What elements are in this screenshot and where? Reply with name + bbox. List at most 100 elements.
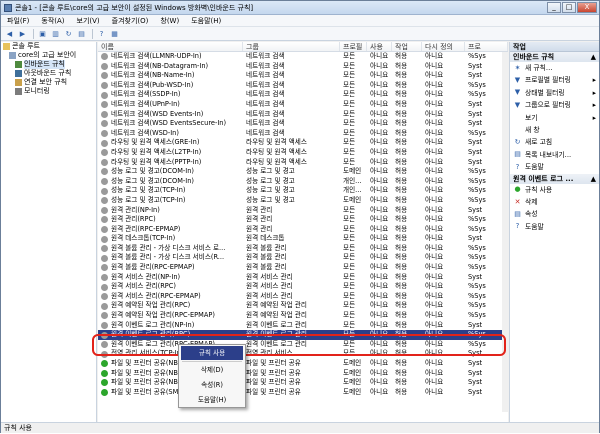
action-item[interactable]: ↻ 새로 고침	[510, 136, 599, 148]
table-row[interactable]: 원격 이벤트 로그 관리(RPC) 원격 이벤트 로그 관리 모든 아니요 허용 아니요%…	[98, 330, 508, 340]
table-row[interactable]: 원격 이벤트 로그 관리(NP-In) 원격 이벤트 로그 관리 모든 아니요 허용 아니…	[98, 321, 508, 331]
table-row[interactable]: 성능 로그 및 경고(TCP-In) 성능 로그 및 경고 도메인 아니요 허용 아니요%…	[98, 196, 508, 206]
tree-node[interactable]: core의 고급 보안이	[1, 51, 96, 60]
column-action[interactable]: 작업	[392, 42, 422, 51]
table-row[interactable]: 원격 볼륨 관리(RPC-EPMAP) 원격 볼륨 관리 모든 아니요 허용 아니요 %Sy…	[98, 263, 508, 273]
rule-action-cell: 허용	[395, 359, 408, 367]
table-row[interactable]: 원격 볼륨 관리 - 가상 디스크 서비스 로... 원격 볼륨 관리 모든 아니요 허…	[98, 244, 508, 254]
table-row[interactable]: 네트워크 검색(WSD Events-In) 네트워크 검색 모든 아니요 허용 아니요 S…	[98, 110, 508, 120]
table-row[interactable]: 파일 및 프린터 공유(NB-Datagram-In) 파일 및 프린터 공유 도메…	[98, 359, 508, 369]
context-delete[interactable]: 삭제(D)	[181, 363, 243, 377]
menu-file[interactable]: 파일(F)	[1, 15, 35, 27]
menu-help[interactable]: 도움말(H)	[185, 15, 227, 27]
table-row[interactable]: 파일 및 프린터 공유(NB-Name-In) 파일 및 프린터 공유 도메인 아니요…	[98, 369, 508, 379]
menu-action[interactable]: 동작(A)	[35, 15, 70, 27]
close-button[interactable]: X	[577, 1, 597, 13]
rule-action-cell: 허용	[395, 215, 408, 224]
column-name[interactable]: 이름	[98, 42, 243, 51]
table-row[interactable]: 파일 및 프린터 공유(SMB-In) 파일 및 프린터 공유 도메인 아니요 허용 아니…	[98, 388, 508, 398]
rule-enabled-cell: 아니요	[370, 368, 389, 377]
action-item[interactable]: ▼ 그룹으로 필터링 ▸	[510, 99, 599, 111]
action-item[interactable]: ▤ 속성	[510, 208, 599, 220]
table-row[interactable]: 네트워크 검색(NB-Name-In) 네트워크 검색 모든 아니요 허용 아니요 Syst	[98, 71, 508, 81]
table-row[interactable]: 원격 관리(RPC) 원격 관리 모든 아니요 허용 아니요 %Sys	[98, 215, 508, 225]
vertical-scrollbar[interactable]	[502, 52, 508, 412]
table-row[interactable]: 네트워크 검색(Pub-WSD-In) 네트워크 검색 모든 아니요 허용 아니요 %Sys	[98, 81, 508, 91]
action-item[interactable]: ▤ 목록 내보내기...	[510, 149, 599, 161]
menu-window[interactable]: 창(W)	[154, 15, 185, 27]
tree-node[interactable]: 모니터링	[1, 87, 96, 96]
rule-disabled-icon	[101, 254, 108, 262]
column-override[interactable]: 다시 정의	[422, 42, 465, 51]
action-item[interactable]: ▼ 프로필별 필터링 ▸	[510, 74, 599, 86]
help-icon[interactable]: ?	[96, 29, 107, 39]
table-row[interactable]: 네트워크 검색(LLMNR-UDP-In) 네트워크 검색 모든 아니요 허용 아니요 %S…	[98, 52, 508, 62]
title-bar[interactable]: 콘솔1 - [콘솔 루트\core의 고급 보안이 설정된 Windows 방화…	[1, 1, 599, 15]
context-properties[interactable]: 속성(R)	[181, 378, 243, 392]
refresh-icon[interactable]: ↻	[63, 29, 74, 39]
table-row[interactable]: 네트워크 검색(NB-Datagram-In) 네트워크 검색 모든 아니요 허용 아니요…	[98, 62, 508, 72]
show-tree-icon[interactable]: ▥	[50, 29, 61, 39]
show-actions-icon[interactable]: ▦	[109, 29, 120, 39]
table-row[interactable]: 라우팅 및 원격 액세스(GRE-In) 라우팅 및 원격 액세스 모든 아니요 허용 아…	[98, 138, 508, 148]
menu-favorites[interactable]: 즐겨찾기(O)	[106, 15, 155, 27]
up-folder-icon[interactable]: ▣	[37, 29, 48, 39]
action-item[interactable]: ✕ 삭제	[510, 196, 599, 208]
table-row[interactable]: 네트워크 검색(WSD EventsSecure-In) 네트워크 검색 모든 아니요…	[98, 119, 508, 129]
tree-node[interactable]: 아웃바운드 규칙	[1, 69, 96, 78]
collapse-icon[interactable]: ▲	[591, 52, 596, 62]
table-row[interactable]: 원격 서비스 관리(NP-In) 원격 서비스 관리 모든 아니요 허용 아니요 Syst	[98, 273, 508, 283]
table-row[interactable]: 원격 데스크톱(TCP-In) 원격 데스크톱 모든 아니요 허용 아니요 Syst	[98, 234, 508, 244]
table-row[interactable]: 성능 로그 및 경고(DCOM-In) 성능 로그 및 경고 도메인 아니요 허용 아니요…	[98, 167, 508, 177]
minimize-button[interactable]: _	[547, 1, 561, 13]
table-row[interactable]: 성능 로그 및 경고(TCP-In) 성능 로그 및 경고 개인... 아니요 허용 아니…	[98, 186, 508, 196]
table-row[interactable]: 원격 관리(RPC-EPMAP) 원격 관리 모든 아니요 허용 아니요 %Sys	[98, 225, 508, 235]
actions-section-selected[interactable]: 원격 이벤트 로그 ... ▲	[510, 173, 599, 184]
collapse-icon[interactable]: ▲	[591, 174, 596, 184]
rule-group-cell: 원격 관리	[246, 224, 273, 233]
table-row[interactable]: 네트워크 검색(SSDP-In) 네트워크 검색 모든 아니요 허용 아니요 %Sys	[98, 90, 508, 100]
table-row[interactable]: 원격 볼륨 관리 - 가상 디스크 서비스(R... 원격 볼륨 관리 모든 아니요 허…	[98, 253, 508, 263]
rule-name-cell: 성능 로그 및 경고(TCP-In)	[98, 196, 243, 206]
actions-section-inbound[interactable]: 인바운드 규칙 ▲	[510, 52, 599, 62]
maximize-button[interactable]: □	[562, 1, 576, 13]
rule-disabled-icon	[101, 120, 108, 128]
menu-view[interactable]: 보기(V)	[71, 15, 106, 27]
action-item[interactable]: 보기 ▸	[510, 112, 599, 124]
table-row[interactable]: 원격 관리(NP-In) 원격 관리 모든 아니요 허용 아니요 Syst	[98, 206, 508, 216]
column-group[interactable]: 그룹	[243, 42, 340, 51]
table-row[interactable]: 라우팅 및 원격 액세스(PPTP-In) 라우팅 및 원격 액세스 모든 아니요 허용…	[98, 158, 508, 168]
rule-name-text: 성능 로그 및 경고(TCP-In)	[111, 186, 186, 195]
table-row[interactable]: 성능 로그 및 경고(DCOM-In) 성능 로그 및 경고 개인... 아니요 허용 아…	[98, 177, 508, 187]
action-item[interactable]: ? 도움말	[510, 161, 599, 173]
tree-node[interactable]: 인바운드 규칙	[1, 60, 96, 69]
table-row[interactable]: 원격 예약된 작업 관리(RPC) 원격 예약된 작업 관리 모든 아니요 허용 아니요%…	[98, 301, 508, 311]
table-row[interactable]: 원격 예약된 작업 관리(RPC-EPMAP) 원격 예약된 작업 관리 모든 아니요…	[98, 311, 508, 321]
table-row[interactable]: 원격 서비스 관리(RPC-EPMAP) 원격 서비스 관리 모든 아니요 허용 아니요%…	[98, 292, 508, 302]
forward-icon[interactable]: ▶	[17, 29, 28, 39]
table-row[interactable]: 라우팅 및 원격 액세스(L2TP-In) 라우팅 및 원격 액세스 모든 아니요 허용…	[98, 148, 508, 158]
table-row[interactable]: 원격 이벤트 로그 관리(RPC-EPMAP) 원격 이벤트 로그 관리 모든 아니요…	[98, 340, 508, 350]
action-item[interactable]: ✶ 새 규칙...	[510, 62, 599, 74]
action-item[interactable]: 새 창	[510, 124, 599, 136]
table-row[interactable]: 원격 서비스 관리(RPC) 원격 서비스 관리 모든 아니요 허용 아니요 %Sys	[98, 282, 508, 292]
column-profile[interactable]: 프로필	[340, 42, 367, 51]
rule-name-cell: 원격 이벤트 로그 관리(RPC)	[98, 330, 243, 340]
action-item[interactable]: ▼ 상태별 필터링 ▸	[510, 87, 599, 99]
table-row[interactable]: 전역 관리 서비스(TCP-In) 전역 관리 서비스 모든 아니요 허용 아니요 Syst	[98, 349, 508, 359]
column-enabled[interactable]: 사용	[367, 42, 392, 51]
context-enable-rule[interactable]: 규칙 사용	[181, 346, 243, 360]
action-item[interactable]: ● 규칙 사용	[510, 184, 599, 196]
column-program[interactable]: 프로	[465, 42, 508, 51]
context-help[interactable]: 도움말(H)	[181, 393, 243, 407]
rule-action-cell: 허용	[395, 205, 408, 214]
rule-name-cell: 네트워크 검색(NB-Name-In)	[98, 71, 243, 81]
table-row[interactable]: 네트워크 검색(UPnP-In) 네트워크 검색 모든 아니요 허용 아니요 Syst	[98, 100, 508, 110]
action-item[interactable]: ? 도움말	[510, 221, 599, 233]
tree-node[interactable]: 콘솔 루트	[1, 42, 96, 51]
back-icon[interactable]: ◀	[4, 29, 15, 39]
tree-node[interactable]: 연결 보안 규칙	[1, 78, 96, 87]
table-row[interactable]: 파일 및 프린터 공유(NB-Session-In) 파일 및 프린터 공유 도메인…	[98, 378, 508, 388]
export-icon[interactable]: ▤	[76, 29, 87, 39]
table-row[interactable]: 네트워크 검색(WSD-In) 네트워크 검색 모든 아니요 허용 아니요 %Sys	[98, 129, 508, 139]
